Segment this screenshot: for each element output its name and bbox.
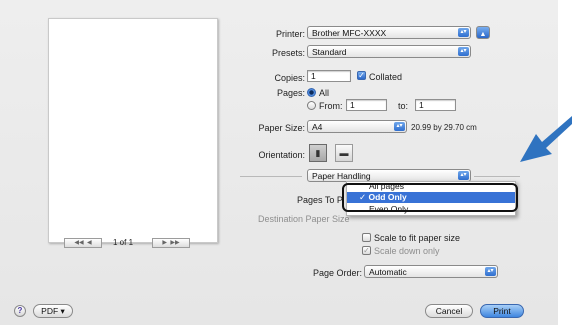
callout-arrow-icon xyxy=(520,116,572,162)
pages-label: Pages: xyxy=(276,88,305,98)
scale-to-fit-checkbox[interactable] xyxy=(362,233,371,242)
portrait-orientation-button[interactable]: ▮ xyxy=(309,144,327,162)
presets-popup[interactable]: Standard ▴▾ xyxy=(307,45,471,58)
printer-value: Brother MFC-XXXX xyxy=(312,28,387,38)
from-field[interactable]: 1 xyxy=(346,99,387,111)
separator-right xyxy=(474,176,520,177)
page-indicator: 1 of 1 xyxy=(113,238,134,247)
page-order-popup[interactable]: Automatic ▴▾ xyxy=(364,265,498,278)
popup-arrows-icon: ▴▾ xyxy=(485,267,496,276)
pages-from-radio[interactable] xyxy=(307,101,316,110)
popup-arrows-icon: ▴▾ xyxy=(394,122,405,131)
section-value: Paper Handling xyxy=(312,171,371,181)
popup-arrows-icon: ▴▾ xyxy=(458,47,469,56)
collated-checkbox[interactable]: ✓ xyxy=(357,71,366,80)
copies-label: Copies: xyxy=(274,73,305,83)
popup-arrows-icon: ▴▾ xyxy=(458,171,469,180)
collated-label: Collated xyxy=(369,72,403,82)
page-order-value: Automatic xyxy=(369,267,407,277)
landscape-orientation-button[interactable]: ▬ xyxy=(335,144,353,162)
landscape-icon: ▬ xyxy=(339,148,349,158)
paper-size-label: Paper Size: xyxy=(258,123,305,133)
rewind-icon: ◀◀ ◀ xyxy=(74,240,92,246)
preview-prev-button[interactable]: ◀◀ ◀ xyxy=(64,238,102,248)
help-button[interactable]: ? xyxy=(14,305,26,317)
pages-to-label: to: xyxy=(398,101,409,111)
help-icon: ? xyxy=(17,306,23,315)
print-button[interactable]: Print xyxy=(480,304,524,318)
copies-field[interactable]: 1 xyxy=(307,70,351,82)
portrait-icon: ▮ xyxy=(315,148,321,158)
preview-next-button[interactable]: ▶ ▶▶ xyxy=(152,238,190,248)
to-field[interactable]: 1 xyxy=(415,99,456,111)
pages-all-label: All xyxy=(319,88,330,98)
scale-down-checkbox[interactable]: ✓ xyxy=(362,246,371,255)
printer-label: Printer: xyxy=(275,29,305,39)
expand-dialog-button[interactable]: ▲ xyxy=(476,26,490,39)
pages-all-radio[interactable] xyxy=(307,88,316,97)
print-dialog: Printer: Brother MFC-XXXX ▴▾ ▲ Presets: … xyxy=(0,0,558,325)
expand-arrow-icon: ▲ xyxy=(479,31,487,38)
scale-to-fit-label: Scale to fit paper size xyxy=(374,233,461,243)
highlight-callout xyxy=(342,183,518,212)
paper-size-popup[interactable]: A4 ▴▾ xyxy=(307,120,407,133)
destination-paper-label: Destination Paper Size xyxy=(258,214,350,224)
cancel-button[interactable]: Cancel xyxy=(425,304,473,318)
pages-to-print-label: Pages To P xyxy=(297,195,343,205)
orientation-label: Orientation: xyxy=(258,150,305,160)
scale-down-label: Scale down only xyxy=(374,246,440,256)
paper-size-value: A4 xyxy=(312,122,323,132)
popup-arrows-icon: ▴▾ xyxy=(458,28,469,37)
presets-value: Standard xyxy=(312,47,347,57)
pdf-button[interactable]: PDF ▾ xyxy=(33,304,73,318)
page-order-label: Page Order: xyxy=(312,268,362,278)
pages-from-label: From: xyxy=(319,101,343,111)
paper-dimensions: 20.99 by 29.70 cm xyxy=(411,123,477,132)
presets-label: Presets: xyxy=(271,48,305,58)
printer-popup[interactable]: Brother MFC-XXXX ▴▾ xyxy=(307,26,471,39)
separator-left xyxy=(240,176,302,177)
print-preview xyxy=(48,18,218,243)
forward-icon: ▶ ▶▶ xyxy=(162,240,180,246)
